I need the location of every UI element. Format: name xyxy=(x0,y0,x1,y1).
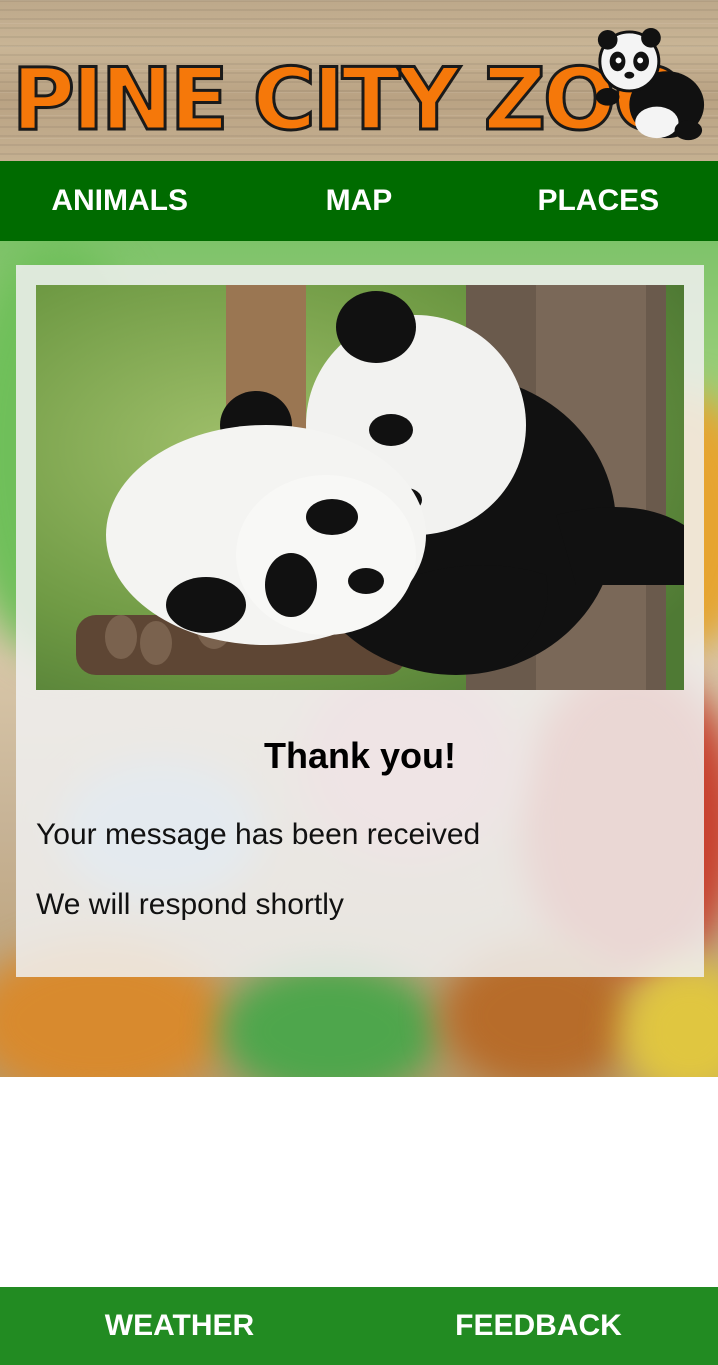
pandas-photo xyxy=(36,285,684,690)
two-pandas-photo xyxy=(36,285,684,690)
panda-icon xyxy=(595,28,705,141)
message-received-text: Your message has been received xyxy=(36,818,481,851)
nav-places[interactable]: PLACES xyxy=(479,161,718,241)
nav-animals[interactable]: ANIMALS xyxy=(0,161,239,241)
nav-map[interactable]: MAP xyxy=(239,161,478,241)
thank-you-heading: Thank you! xyxy=(263,735,456,776)
bottom-nav: WEATHER FEEDBACK xyxy=(0,1287,718,1365)
respond-shortly-text: We will respond shortly xyxy=(36,888,344,921)
site-header: PINE CITY ZOO xyxy=(0,0,718,161)
site-logo-text[interactable]: PINE CITY ZOO xyxy=(10,55,687,146)
nav-feedback[interactable]: FEEDBACK xyxy=(359,1287,718,1365)
top-nav: ANIMALS MAP PLACES xyxy=(0,161,718,241)
nav-weather[interactable]: WEATHER xyxy=(0,1287,359,1365)
